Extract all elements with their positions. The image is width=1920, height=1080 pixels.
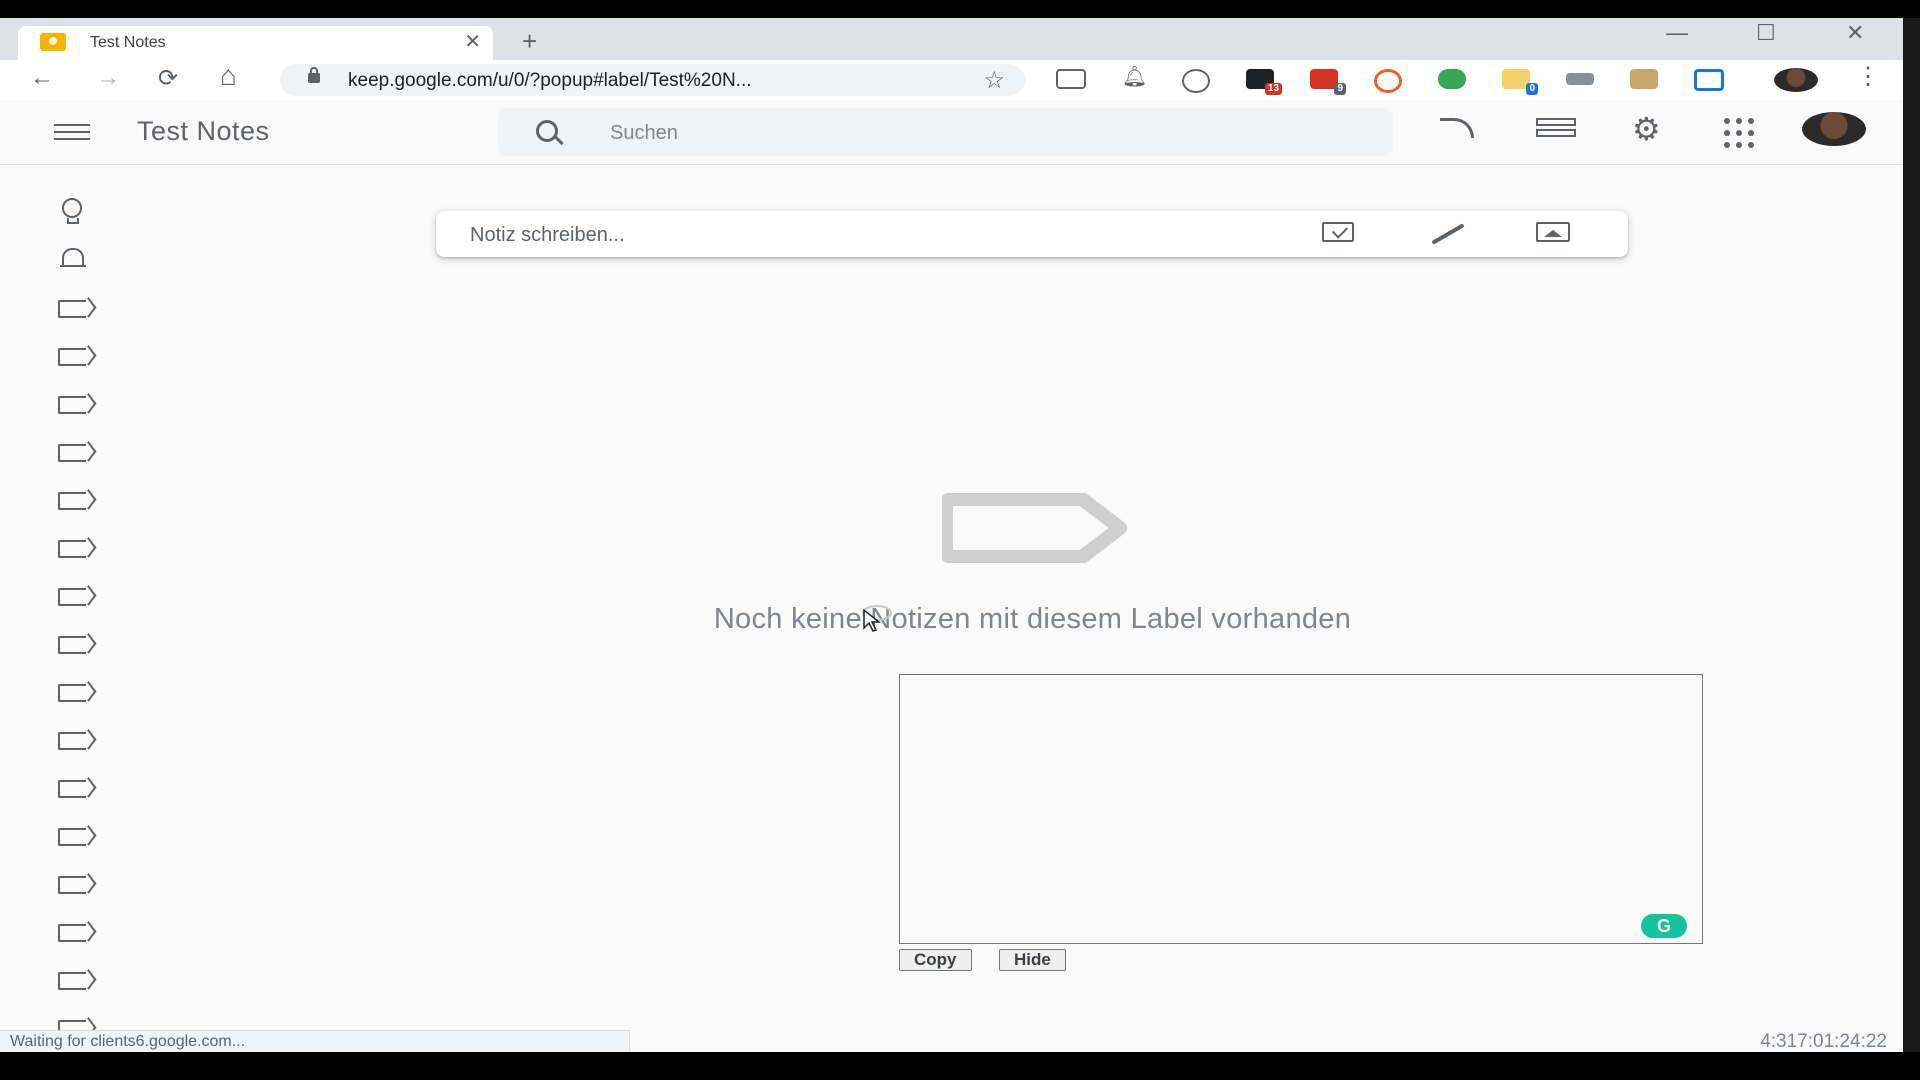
search-input[interactable] — [608, 112, 1352, 154]
sidebar-item-notes[interactable] — [54, 194, 96, 230]
lock-icon[interactable] — [308, 67, 320, 83]
tab-close-icon[interactable]: ✕ — [464, 29, 481, 54]
mail-badge: 9 — [1334, 83, 1346, 95]
label-icon — [58, 828, 86, 846]
sidebar-item-label[interactable] — [54, 482, 96, 518]
bitly-extension-icon[interactable] — [1374, 69, 1402, 93]
maximize-button[interactable]: ☐ — [1756, 20, 1776, 46]
label-icon — [58, 540, 86, 558]
calendar-badge: 13 — [1264, 83, 1282, 95]
forward-button[interactable]: → — [96, 64, 120, 92]
screenshot-extension-icon[interactable] — [1056, 69, 1086, 89]
sidebar-item-label[interactable] — [54, 818, 96, 854]
label-icon — [58, 684, 86, 702]
copy-button[interactable]: Copy — [899, 949, 972, 971]
settings-icon[interactable]: ⚙︎ — [1632, 113, 1666, 148]
sidebar-item-label[interactable] — [54, 530, 96, 566]
back-button[interactable]: ← — [30, 64, 54, 92]
label-icon — [58, 492, 86, 510]
label-icon — [58, 300, 86, 318]
grammarly-icon[interactable]: G — [1641, 914, 1687, 938]
label-icon — [58, 396, 86, 414]
note-input[interactable] — [468, 219, 1272, 251]
account-avatar[interactable] — [1802, 112, 1866, 146]
label-icon — [58, 780, 86, 798]
browser-window: Test Notes ✕ + — ☐ ✕ ← → ⟳ ⌂ keep.google… — [0, 18, 1903, 1052]
sidebar-item-label[interactable] — [54, 434, 96, 470]
new-list-checkbox-icon[interactable] — [1322, 222, 1354, 242]
idm-extension-icon[interactable] — [1438, 69, 1466, 89]
calendar-extension-icon[interactable]: 13 — [1246, 69, 1282, 95]
empty-state-message: Noch keine Notizen mit diesem Label vorh… — [713, 603, 1352, 635]
sidebar-item-label[interactable] — [54, 578, 96, 614]
tab-test-notes[interactable]: Test Notes ✕ — [18, 26, 493, 60]
status-bar: Waiting for clients6.google.com... — [0, 1030, 630, 1052]
tab-title: Test Notes — [90, 34, 166, 51]
page-title: Test Notes — [137, 116, 270, 146]
sidebar-item-label[interactable] — [54, 866, 96, 902]
search-icon[interactable] — [536, 120, 558, 142]
hide-button[interactable]: Hide — [999, 949, 1066, 971]
mouse-cursor-icon — [862, 605, 892, 632]
reload-button[interactable]: ⟳ — [158, 64, 178, 93]
sidebar-item-label[interactable] — [54, 914, 96, 950]
cast-extension-icon[interactable] — [1694, 69, 1724, 91]
sidebar-item-label[interactable] — [54, 338, 96, 374]
folder-extension-icon[interactable]: 0 — [1502, 69, 1538, 95]
take-note-bar[interactable] — [436, 211, 1628, 257]
label-icon — [58, 972, 86, 990]
bell-extension-icon[interactable]: 🔔︎ — [1122, 64, 1150, 88]
browser-menu-icon[interactable]: ⋮ — [1856, 62, 1880, 91]
box-extension-icon[interactable] — [1630, 69, 1658, 89]
sidebar-item-reminders[interactable] — [54, 242, 96, 278]
chat-extension-icon[interactable] — [1566, 73, 1594, 85]
bell-icon — [60, 248, 86, 267]
label-icon — [58, 732, 86, 750]
folder-badge: 0 — [1526, 83, 1538, 95]
main-menu-icon[interactable] — [54, 124, 90, 140]
bookmark-star-icon[interactable]: ☆ — [983, 66, 1005, 95]
sidebar-item-label[interactable] — [54, 674, 96, 710]
apps-grid-icon[interactable] — [1722, 116, 1756, 150]
new-tab-button[interactable]: + — [522, 26, 537, 57]
label-icon — [58, 588, 86, 606]
minimize-button[interactable]: — — [1666, 20, 1688, 46]
mail-extension-icon[interactable]: 9 — [1310, 69, 1346, 95]
label-icon — [58, 636, 86, 654]
screen-edge — [1903, 18, 1920, 1052]
sidebar — [0, 164, 150, 1044]
label-icon — [58, 876, 86, 894]
sidebar-item-label[interactable] — [54, 626, 96, 662]
new-drawing-brush-icon[interactable] — [1431, 223, 1465, 245]
home-button[interactable]: ⌂ — [220, 60, 237, 92]
browser-profile-avatar[interactable] — [1774, 68, 1818, 92]
sidebar-item-label[interactable] — [54, 290, 96, 326]
new-image-icon[interactable] — [1536, 222, 1570, 242]
close-window-button[interactable]: ✕ — [1846, 20, 1864, 46]
label-icon — [58, 348, 86, 366]
keep-favicon-icon — [40, 33, 66, 51]
address-bar[interactable]: keep.google.com/u/0/?popup#label/Test%20… — [280, 64, 1025, 96]
refresh-icon[interactable] — [1440, 118, 1474, 138]
video-timestamp: 4:317:01:24:22 — [1760, 1031, 1887, 1052]
sidebar-item-label[interactable] — [54, 722, 96, 758]
app-header: Test Notes ⚙︎ — [0, 100, 1903, 165]
sidebar-item-label[interactable] — [54, 770, 96, 806]
pocket-extension-icon[interactable] — [1182, 69, 1210, 93]
search-bar[interactable] — [498, 108, 1393, 156]
sidebar-item-label[interactable] — [54, 962, 96, 998]
browser-toolbar: ← → ⟳ ⌂ keep.google.com/u/0/?popup#label… — [0, 60, 1903, 101]
tab-strip: Test Notes ✕ + — ☐ ✕ — [0, 18, 1903, 60]
empty-label-icon — [942, 493, 1127, 563]
copy-textarea[interactable] — [899, 674, 1703, 944]
url-text: keep.google.com/u/0/?popup#label/Test%20… — [348, 70, 752, 91]
list-view-icon[interactable] — [1536, 118, 1576, 138]
lightbulb-icon — [62, 198, 82, 224]
sidebar-item-label[interactable] — [54, 386, 96, 422]
label-icon — [58, 924, 86, 942]
label-icon — [58, 444, 86, 462]
